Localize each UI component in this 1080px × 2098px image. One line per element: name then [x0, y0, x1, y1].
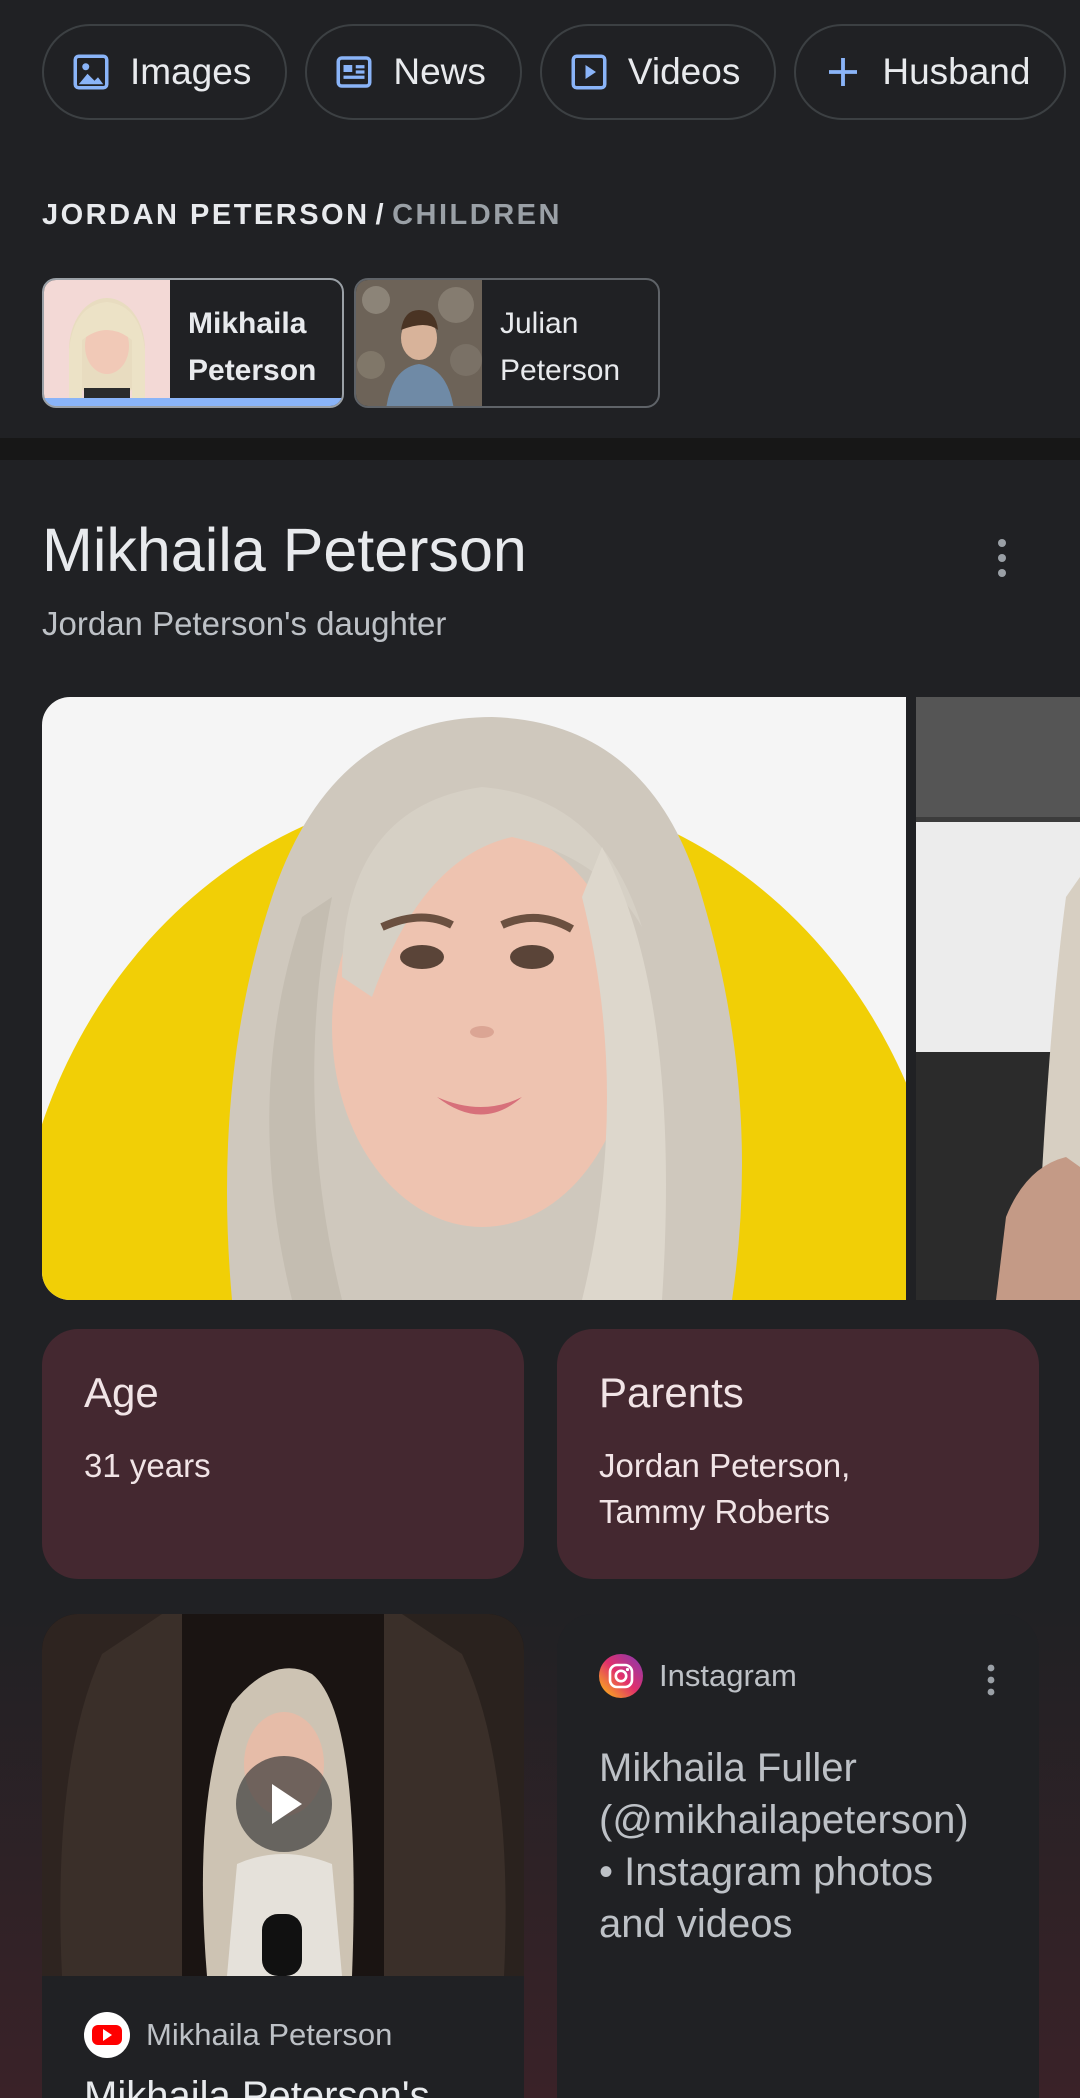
parents-fact-card[interactable]: Parents Jordan Peterson, Tammy Roberts	[557, 1329, 1039, 1579]
entity-secondary-image[interactable]	[916, 697, 1080, 1300]
parents-value: Jordan Peterson, Tammy Roberts	[599, 1447, 851, 1530]
more-options-icon[interactable]	[981, 1662, 1001, 1698]
search-filter-chips: Images News Videos Husband	[0, 24, 1080, 120]
video-source-label: Mikhaila Peterson	[146, 2017, 393, 2052]
images-chip[interactable]: Images	[42, 24, 288, 120]
more-options-icon[interactable]	[990, 536, 1014, 580]
video-icon	[571, 54, 607, 90]
video-result-card[interactable]: Mikhaila Peterson Mikhaila Peterson's	[42, 1614, 524, 2098]
child-thumbnail	[356, 280, 482, 406]
video-title[interactable]: Mikhaila Peterson's	[84, 2074, 430, 2098]
videos-chip-label: Videos	[627, 51, 741, 92]
instagram-result-card[interactable]: Instagram Mikhaila Fuller (@mikhailapete…	[557, 1614, 1039, 2098]
breadcrumb: JORDAN PETERSON / CHILDREN	[42, 199, 562, 232]
age-label: Age	[84, 1369, 159, 1416]
instagram-source-label: Instagram	[659, 1658, 797, 1693]
instagram-icon	[599, 1654, 643, 1698]
entity-subtitle: Jordan Peterson's daughter	[42, 605, 447, 642]
child-card-mikhaila[interactable]: Mikhaila Peterson	[42, 278, 344, 408]
husband-chip-label: Husband	[882, 51, 1031, 92]
husband-chip[interactable]: Husband	[794, 24, 1067, 120]
video-source: Mikhaila Peterson	[84, 2012, 392, 2058]
child-name: Julian Peterson	[500, 307, 621, 387]
child-thumbnail	[44, 280, 170, 406]
parents-label: Parents	[599, 1369, 744, 1416]
youtube-icon	[84, 2012, 130, 2058]
section-divider	[0, 438, 1080, 460]
news-icon	[336, 56, 372, 88]
news-chip[interactable]: News	[305, 24, 522, 120]
videos-chip[interactable]: Videos	[539, 24, 777, 120]
breadcrumb-separator: /	[375, 199, 387, 231]
news-chip-label: News	[393, 51, 486, 92]
breadcrumb-current: CHILDREN	[392, 199, 562, 231]
age-fact-card[interactable]: Age 31 years	[42, 1329, 524, 1579]
instagram-source: Instagram	[599, 1654, 997, 1698]
plus-icon	[829, 58, 858, 86]
entity-title: Mikhaila Peterson	[42, 516, 527, 584]
age-value: 31 years	[84, 1447, 211, 1484]
image-icon	[73, 54, 109, 90]
entity-main-image[interactable]	[42, 697, 906, 1300]
child-name: Mikhaila Peterson	[188, 307, 317, 387]
images-chip-label: Images	[130, 51, 252, 92]
breadcrumb-parent[interactable]: JORDAN PETERSON	[42, 199, 370, 231]
children-carousel: Mikhaila Peterson Julian Peterson	[42, 278, 660, 408]
instagram-result-title[interactable]: Mikhaila Fuller (@mikhailapeterson) • In…	[599, 1742, 997, 1950]
child-card-julian[interactable]: Julian Peterson	[354, 278, 660, 408]
video-thumbnail[interactable]	[42, 1614, 524, 1976]
